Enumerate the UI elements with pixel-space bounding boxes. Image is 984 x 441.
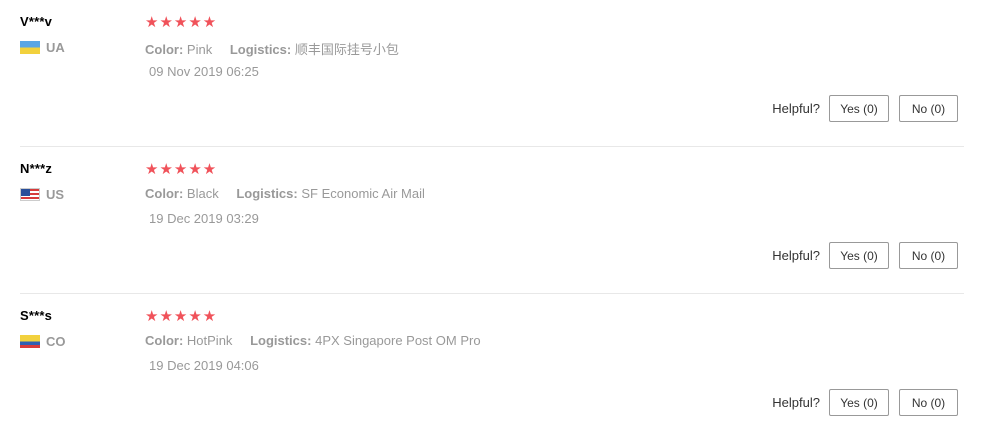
country-code: US <box>46 187 65 202</box>
reviewer-name: S***s <box>20 308 53 323</box>
reviewer-country: CO <box>20 334 66 349</box>
reviewer-country: UA <box>20 40 65 55</box>
helpful-vote: Helpful? Yes (0) No (0) <box>772 242 958 269</box>
logistics-label: Logistics: <box>250 333 312 348</box>
logistics-value: 4PX Singapore Post OM Pro <box>315 333 481 348</box>
review-date: 09 Nov 2019 06:25 <box>149 64 259 79</box>
logistics-value: SF Economic Air Mail <box>301 186 425 201</box>
helpful-yes-button[interactable]: Yes (0) <box>829 389 889 416</box>
helpful-vote: Helpful? Yes (0) No (0) <box>772 95 958 122</box>
helpful-no-button[interactable]: No (0) <box>899 389 958 416</box>
review-date: 19 Dec 2019 04:06 <box>149 358 259 373</box>
review-item: S***s CO ★★★★★ Color: HotPink Logistics:… <box>20 294 964 441</box>
star-rating: ★★★★★ <box>145 14 218 31</box>
order-attributes: Color: HotPink Logistics: 4PX Singapore … <box>145 333 481 348</box>
color-label: Color: <box>145 333 184 348</box>
logistics-label: Logistics: <box>236 186 298 201</box>
reviewer-name: N***z <box>20 161 53 176</box>
review-item: V***v UA ★★★★★ Color: Pink Logistics: 顺丰… <box>20 0 964 147</box>
helpful-yes-button[interactable]: Yes (0) <box>829 95 889 122</box>
review-item: N***z US ★★★★★ Color: Black Logistics: S… <box>20 147 964 294</box>
color-label: Color: <box>145 186 184 201</box>
country-code: CO <box>46 334 66 349</box>
helpful-label: Helpful? <box>772 248 820 263</box>
order-attributes: Color: Pink Logistics: 顺丰国际挂号小包 <box>145 39 399 58</box>
review-date: 19 Dec 2019 03:29 <box>149 211 259 226</box>
colombia-flag-icon <box>20 335 40 348</box>
helpful-label: Helpful? <box>772 395 820 410</box>
ukraine-flag-icon <box>20 41 40 54</box>
reviewer-name: V***v <box>20 14 53 29</box>
country-code: UA <box>46 40 65 55</box>
helpful-label: Helpful? <box>772 101 820 116</box>
logistics-value: 顺丰国际挂号小包 <box>294 42 399 57</box>
star-rating: ★★★★★ <box>145 308 218 325</box>
color-label: Color: <box>145 42 184 57</box>
color-value: Pink <box>186 42 213 57</box>
helpful-yes-button[interactable]: Yes (0) <box>829 242 889 269</box>
helpful-vote: Helpful? Yes (0) No (0) <box>772 389 958 416</box>
reviewer-country: US <box>20 187 64 202</box>
star-rating: ★★★★★ <box>145 161 218 178</box>
helpful-no-button[interactable]: No (0) <box>899 242 958 269</box>
color-value: Black <box>186 186 219 201</box>
helpful-no-button[interactable]: No (0) <box>899 95 958 122</box>
usa-flag-icon <box>20 188 40 201</box>
order-attributes: Color: Black Logistics: SF Economic Air … <box>145 186 425 201</box>
review-list: V***v UA ★★★★★ Color: Pink Logistics: 顺丰… <box>0 0 984 441</box>
logistics-label: Logistics: <box>229 42 292 57</box>
color-value: HotPink <box>186 333 233 348</box>
